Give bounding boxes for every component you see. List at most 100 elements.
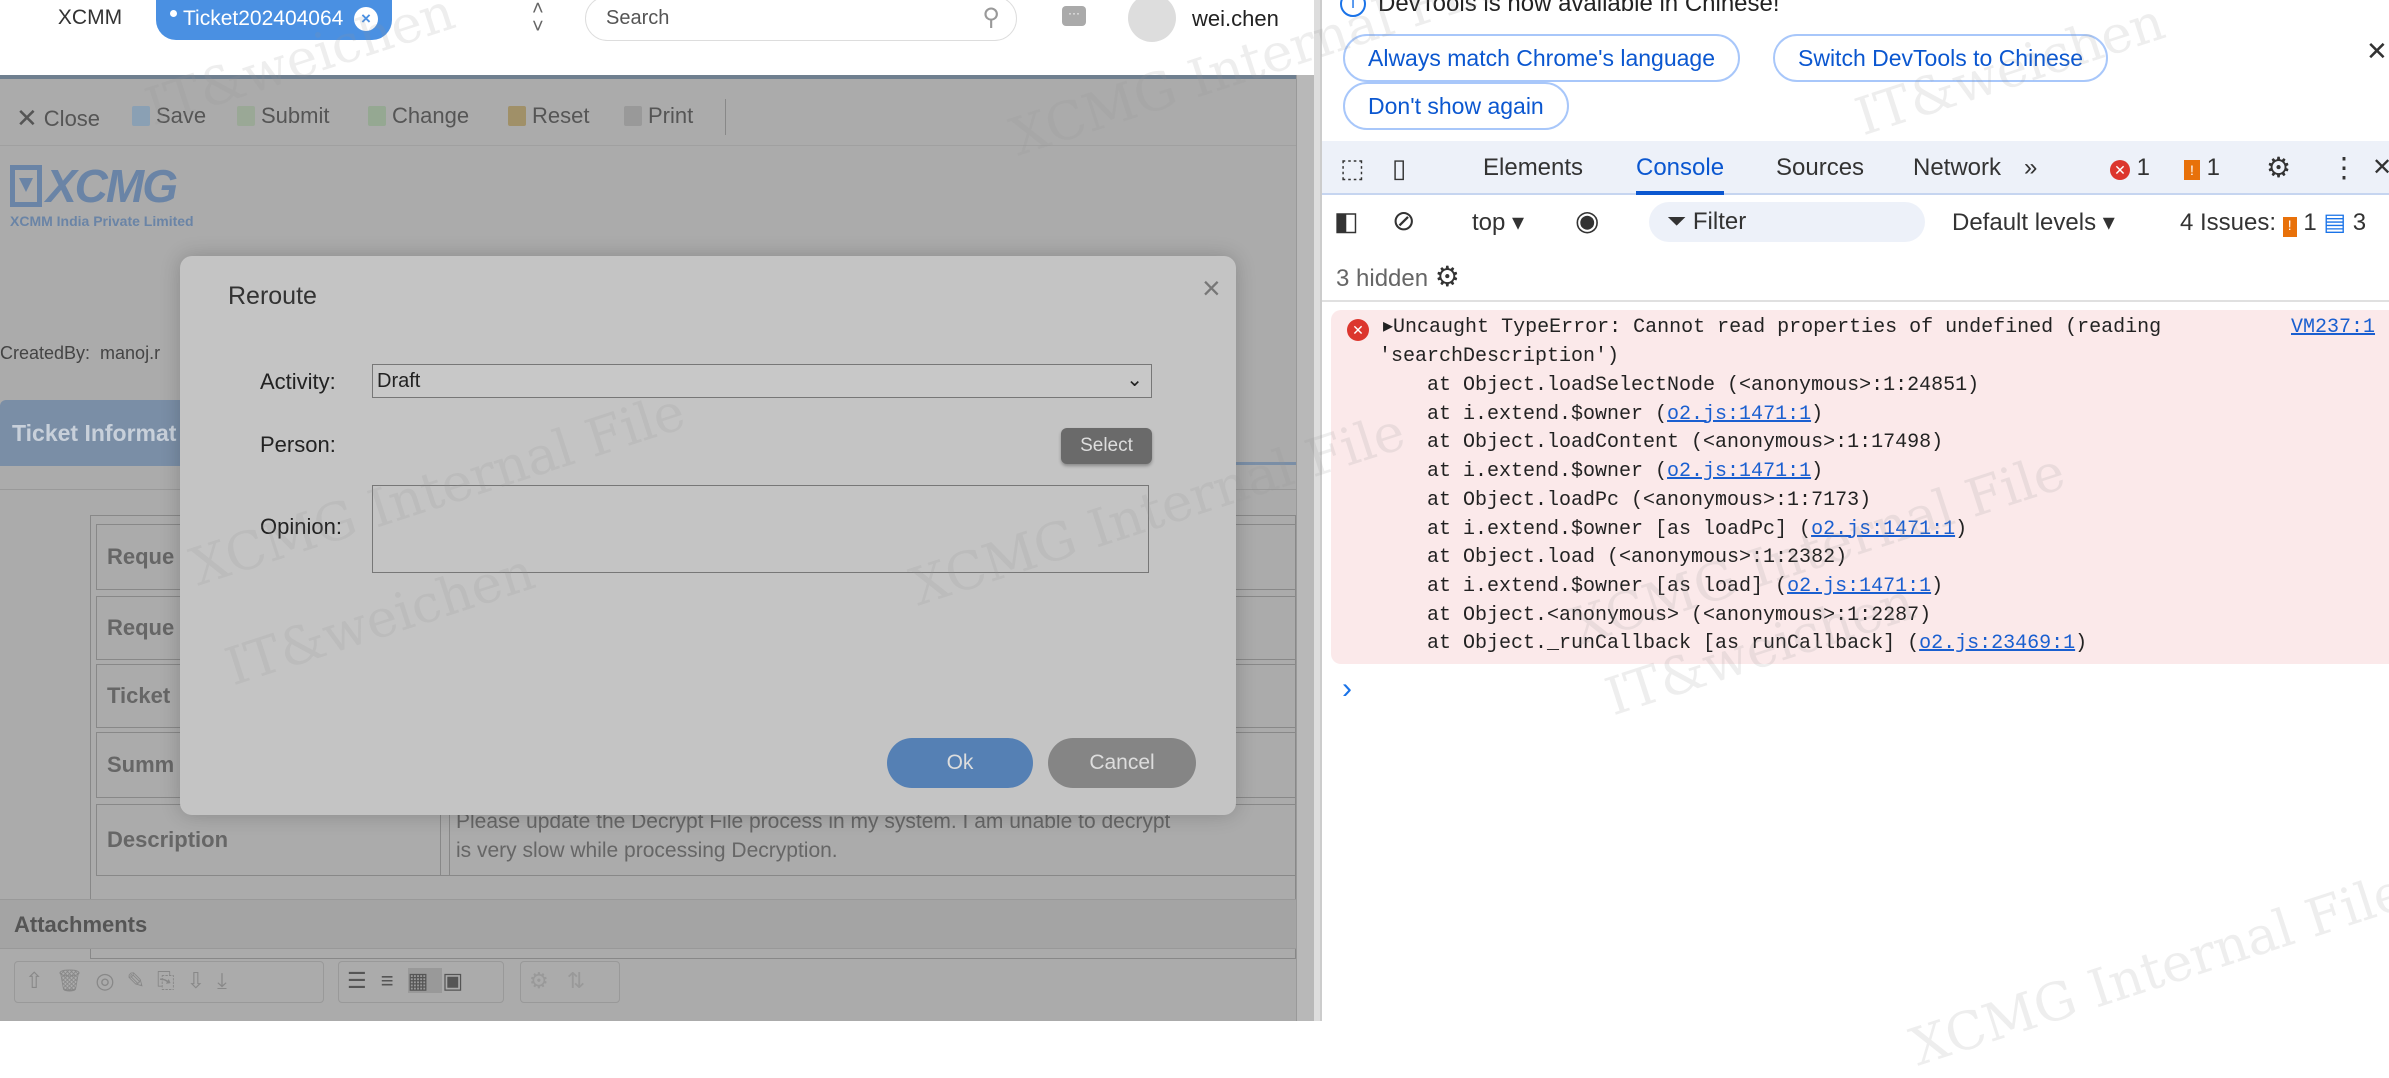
view-mode-toolbar[interactable]: ☰≡▦▣ (338, 961, 504, 1003)
frame-text: at Object.loadPc (<anonymous>:1:7173) (1427, 488, 1872, 512)
stack-frame: at i.extend.$owner (o2.js:1471:1) (1427, 401, 2087, 430)
issues-warn-count: 1 (2303, 209, 2317, 236)
console-toolbar: ◧ ⊘ top ▾ ◉ ⏷ Filter Default levels ▾ 4 … (1322, 198, 2389, 248)
select-person-button[interactable]: Select (1061, 428, 1152, 464)
upload-icon[interactable]: ⇧ (25, 968, 55, 993)
download-icon[interactable]: ⇩ (187, 968, 217, 993)
activity-select[interactable]: Draft ⌄ (372, 364, 1152, 398)
close-button[interactable]: ✕ Close (16, 103, 100, 134)
sort-icon[interactable]: ⇅ (567, 968, 603, 993)
settings-toolbar[interactable]: ⚙⇅ (520, 961, 620, 1003)
frame-source-link[interactable]: o2.js:1471:1 (1811, 518, 1955, 541)
more-tabs-icon[interactable]: » (2024, 141, 2037, 195)
search-placeholder: Search (606, 7, 670, 29)
print-icon (624, 106, 642, 126)
issues-info-count: 3 (2352, 209, 2367, 236)
clear-console-icon[interactable]: ⊘ (1392, 204, 1415, 237)
warning-counter[interactable]: ! 1 (2184, 141, 2220, 195)
tab-scroll-arrows-icon[interactable]: ˄ ˅ (532, 0, 544, 37)
expand-triangle-icon[interactable]: ▸ (1383, 316, 1393, 339)
print-button[interactable]: Print (624, 103, 693, 129)
error-source-link[interactable]: VM237:1 (2291, 314, 2375, 343)
download-all-icon[interactable]: ⤓ (217, 968, 239, 993)
delete-icon[interactable]: 🗑 (55, 968, 95, 993)
tab-sources[interactable]: Sources (1776, 141, 1864, 195)
chat-icon[interactable]: ··· (1062, 6, 1086, 26)
cancel-button[interactable]: Cancel (1048, 738, 1196, 788)
submit-icon (237, 106, 255, 126)
tab-network[interactable]: Network (1913, 141, 2001, 195)
tab-elements[interactable]: Elements (1483, 141, 1583, 195)
save-button[interactable]: Save (132, 103, 206, 129)
change-icon (368, 106, 386, 126)
frame-source-link[interactable]: o2.js:1471:1 (1667, 460, 1811, 483)
infobar-message: DevTools is now available in Chinese! (1378, 0, 1780, 17)
user-name[interactable]: wei.chen (1192, 6, 1279, 32)
settings-icon[interactable]: ⚙ (529, 968, 567, 993)
tab-ticket[interactable]: Ticket202404064 × (156, 0, 392, 40)
opinion-textarea[interactable] (372, 485, 1149, 573)
company-logo: XCMG XCMM India Private Limited (10, 159, 194, 229)
stack-trace: at Object.loadSelectNode (<anonymous>:1:… (1427, 372, 2087, 659)
list-view-icon[interactable]: ☰ (347, 968, 381, 993)
close-devtools-icon[interactable]: ✕ (2372, 141, 2389, 195)
image-view-icon[interactable]: ▣ (442, 968, 477, 993)
dont-show-again-button[interactable]: Don't show again (1343, 82, 1569, 130)
frame-source-link[interactable]: o2.js:1471:1 (1667, 403, 1811, 426)
filter-input[interactable]: ⏷ Filter (1649, 202, 1925, 242)
avatar[interactable] (1128, 0, 1176, 42)
tab-home[interactable]: XCMM (40, 0, 140, 38)
submit-button[interactable]: Submit (237, 103, 329, 129)
created-by: CreatedBy: manoj.r (0, 343, 161, 363)
change-button[interactable]: Change (368, 103, 469, 129)
console-prompt[interactable]: › (1342, 672, 1352, 706)
info-icon: i (1340, 0, 1366, 17)
live-expression-icon[interactable]: ◉ (1575, 204, 1599, 237)
issue-warning-icon: ! (2282, 217, 2297, 237)
search-icon[interactable]: ⚲ (982, 3, 1000, 32)
ok-button[interactable]: Ok (887, 738, 1033, 788)
close-tab-icon[interactable]: × (354, 7, 378, 31)
copy-icon[interactable]: ⎘ (157, 968, 187, 993)
inspect-element-icon[interactable]: ⬚ (1340, 141, 1365, 195)
close-infobar-icon[interactable]: ✕ (2366, 36, 2388, 67)
frame-text: at Object.<anonymous> (<anonymous>:1:228… (1427, 603, 1932, 627)
edit-icon[interactable]: ✎ (127, 968, 157, 993)
divider (1322, 300, 2389, 302)
device-toolbar-icon[interactable]: ▯ (1392, 141, 1406, 195)
search-input[interactable]: Search ⚲ (585, 0, 1017, 41)
error-count: 1 (2136, 154, 2151, 181)
error-message-cont: 'searchDescription') (1379, 345, 1620, 368)
tab-ticket-information[interactable]: Ticket Informat (0, 400, 190, 466)
settings-icon[interactable]: ⚙ (2266, 141, 2291, 195)
error-icon: ✕ (2110, 160, 2130, 180)
frame-source-link[interactable]: o2.js:1471:1 (1787, 575, 1931, 598)
sidebar-toggle-icon[interactable]: ◧ (1334, 206, 1359, 237)
issues-button[interactable]: 4 Issues: ! 1 ▤ 3 (2180, 208, 2366, 237)
more-options-icon[interactable]: ⋮ (2330, 141, 2358, 195)
row-label: Description (97, 805, 441, 875)
tab-console[interactable]: Console (1636, 141, 1725, 195)
person-label: Person: (260, 432, 336, 457)
frame-source-link[interactable]: o2.js:23469:1 (1919, 632, 2075, 655)
logo-mark-icon (10, 165, 42, 207)
context-selector[interactable]: top ▾ (1472, 208, 1524, 237)
error-counter[interactable]: ✕ 1 (2110, 141, 2150, 195)
reset-button[interactable]: Reset (508, 103, 589, 129)
numbered-list-icon[interactable]: ≡ (381, 968, 408, 993)
switch-chinese-button[interactable]: Switch DevTools to Chinese (1773, 34, 2109, 82)
preview-icon[interactable]: ◎ (95, 968, 126, 993)
grid-view-icon[interactable]: ▦ (407, 968, 443, 993)
dialog-close-icon[interactable]: × (1202, 270, 1221, 307)
attachment-actions-toolbar[interactable]: ⇧🗑◎✎⎘⇩⤓ (14, 961, 324, 1003)
frame-tail: ) (1811, 460, 1824, 484)
reset-icon (508, 106, 526, 126)
dialog-title: Reroute (228, 282, 317, 310)
log-levels-dropdown[interactable]: Default levels ▾ (1952, 208, 2115, 237)
reroute-dialog: Reroute × Activity: Draft ⌄ Person: Selec… (180, 256, 1236, 815)
match-language-button[interactable]: Always match Chrome's language (1343, 34, 1740, 82)
console-settings-icon[interactable]: ⚙ (1435, 261, 1460, 292)
stack-frame: at i.extend.$owner (o2.js:1471:1) (1427, 458, 2087, 487)
stack-frame: at Object.loadContent (<anonymous>:1:174… (1427, 429, 2087, 458)
error-text[interactable]: ▸Uncaught TypeError: Cannot read propert… (1383, 314, 2161, 343)
